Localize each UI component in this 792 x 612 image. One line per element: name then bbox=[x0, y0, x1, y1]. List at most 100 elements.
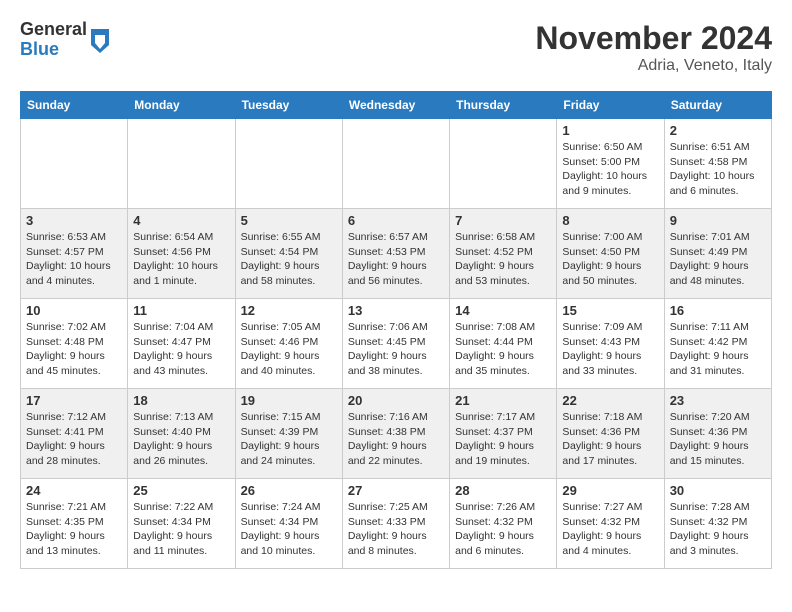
day-info: Sunrise: 7:13 AMSunset: 4:40 PMDaylight:… bbox=[133, 410, 229, 469]
calendar-cell: 24Sunrise: 7:21 AMSunset: 4:35 PMDayligh… bbox=[21, 479, 128, 569]
calendar-cell bbox=[450, 119, 557, 209]
day-number: 15 bbox=[562, 303, 658, 318]
calendar-cell: 16 Sunrise: 7:11 AMSunset: 4:42 PMDayligh… bbox=[664, 299, 771, 389]
calendar-cell: 19 Sunrise: 7:15 AMSunset: 4:39 PMDayligh… bbox=[235, 389, 342, 479]
day-info: Sunrise: 6:58 AMSunset: 4:52 PMDaylight:… bbox=[455, 230, 551, 289]
day-number: 2 bbox=[670, 123, 766, 138]
day-info: Sunrise: 7:24 AMSunset: 4:34 PMDaylight:… bbox=[241, 500, 337, 559]
day-info: Sunrise: 7:01 AMSunset: 4:49 PMDaylight:… bbox=[670, 230, 766, 289]
location: Adria, Veneto, Italy bbox=[535, 57, 772, 75]
calendar-cell bbox=[21, 119, 128, 209]
day-number: 24 bbox=[26, 483, 122, 498]
calendar-cell: 2 Sunrise: 6:51 AMSunset: 4:58 PMDaylight… bbox=[664, 119, 771, 209]
day-number: 18 bbox=[133, 393, 229, 408]
weekday-header-thursday: Thursday bbox=[450, 92, 557, 119]
page-header: General Blue November 2024 Adria, Veneto… bbox=[20, 20, 772, 75]
day-info: Sunrise: 6:57 AMSunset: 4:53 PMDaylight:… bbox=[348, 230, 444, 289]
day-info: Sunrise: 7:00 AMSunset: 4:50 PMDaylight:… bbox=[562, 230, 658, 289]
day-number: 10 bbox=[26, 303, 122, 318]
calendar-cell: 28 Sunrise: 7:26 AMSunset: 4:32 PMDayligh… bbox=[450, 479, 557, 569]
calendar-week-2: 3 Sunrise: 6:53 AMSunset: 4:57 PMDaylight… bbox=[21, 209, 772, 299]
calendar-cell bbox=[235, 119, 342, 209]
calendar-cell: 13 Sunrise: 7:06 AMSunset: 4:45 PMDayligh… bbox=[342, 299, 449, 389]
calendar-cell: 7Sunrise: 6:58 AMSunset: 4:52 PMDaylight… bbox=[450, 209, 557, 299]
logo-text: General Blue bbox=[20, 20, 87, 60]
day-number: 28 bbox=[455, 483, 551, 498]
weekday-header-saturday: Saturday bbox=[664, 92, 771, 119]
day-info: Sunrise: 7:11 AMSunset: 4:42 PMDaylight:… bbox=[670, 320, 766, 379]
day-number: 20 bbox=[348, 393, 444, 408]
day-info: Sunrise: 7:20 AMSunset: 4:36 PMDaylight:… bbox=[670, 410, 766, 469]
day-info: Sunrise: 6:53 AMSunset: 4:57 PMDaylight:… bbox=[26, 230, 122, 289]
calendar-cell: 9Sunrise: 7:01 AMSunset: 4:49 PMDaylight… bbox=[664, 209, 771, 299]
calendar-cell bbox=[342, 119, 449, 209]
day-number: 4 bbox=[133, 213, 229, 228]
day-info: Sunrise: 7:15 AMSunset: 4:39 PMDaylight:… bbox=[241, 410, 337, 469]
weekday-header-monday: Monday bbox=[128, 92, 235, 119]
weekday-header-row: SundayMondayTuesdayWednesdayThursdayFrid… bbox=[21, 92, 772, 119]
calendar-cell: 11 Sunrise: 7:04 AMSunset: 4:47 PMDayligh… bbox=[128, 299, 235, 389]
day-info: Sunrise: 7:16 AMSunset: 4:38 PMDaylight:… bbox=[348, 410, 444, 469]
day-number: 14 bbox=[455, 303, 551, 318]
day-number: 22 bbox=[562, 393, 658, 408]
weekday-header-friday: Friday bbox=[557, 92, 664, 119]
calendar-cell: 25Sunrise: 7:22 AMSunset: 4:34 PMDayligh… bbox=[128, 479, 235, 569]
day-info: Sunrise: 7:04 AMSunset: 4:47 PMDaylight:… bbox=[133, 320, 229, 379]
day-info: Sunrise: 7:27 AMSunset: 4:32 PMDaylight:… bbox=[562, 500, 658, 559]
day-number: 13 bbox=[348, 303, 444, 318]
day-number: 21 bbox=[455, 393, 551, 408]
day-number: 6 bbox=[348, 213, 444, 228]
calendar-cell: 18 Sunrise: 7:13 AMSunset: 4:40 PMDayligh… bbox=[128, 389, 235, 479]
weekday-header-wednesday: Wednesday bbox=[342, 92, 449, 119]
calendar-cell: 30Sunrise: 7:28 AMSunset: 4:32 PMDayligh… bbox=[664, 479, 771, 569]
day-info: Sunrise: 6:55 AMSunset: 4:54 PMDaylight:… bbox=[241, 230, 337, 289]
calendar-table: SundayMondayTuesdayWednesdayThursdayFrid… bbox=[20, 91, 772, 569]
weekday-header-tuesday: Tuesday bbox=[235, 92, 342, 119]
day-info: Sunrise: 7:08 AMSunset: 4:44 PMDaylight:… bbox=[455, 320, 551, 379]
day-number: 17 bbox=[26, 393, 122, 408]
day-number: 26 bbox=[241, 483, 337, 498]
calendar-cell: 26 Sunrise: 7:24 AMSunset: 4:34 PMDayligh… bbox=[235, 479, 342, 569]
calendar-week-1: 1Sunrise: 6:50 AMSunset: 5:00 PMDaylight… bbox=[21, 119, 772, 209]
calendar-cell: 5Sunrise: 6:55 AMSunset: 4:54 PMDaylight… bbox=[235, 209, 342, 299]
day-info: Sunrise: 7:25 AMSunset: 4:33 PMDaylight:… bbox=[348, 500, 444, 559]
day-number: 19 bbox=[241, 393, 337, 408]
day-number: 3 bbox=[26, 213, 122, 228]
calendar-week-3: 10 Sunrise: 7:02 AMSunset: 4:48 PMDayligh… bbox=[21, 299, 772, 389]
calendar-cell: 20 Sunrise: 7:16 AMSunset: 4:38 PMDayligh… bbox=[342, 389, 449, 479]
day-number: 12 bbox=[241, 303, 337, 318]
calendar-cell: 3 Sunrise: 6:53 AMSunset: 4:57 PMDaylight… bbox=[21, 209, 128, 299]
day-number: 27 bbox=[348, 483, 444, 498]
day-info: Sunrise: 6:51 AMSunset: 4:58 PMDaylight:… bbox=[670, 140, 766, 199]
calendar-cell: 17 Sunrise: 7:12 AMSunset: 4:41 PMDayligh… bbox=[21, 389, 128, 479]
calendar-week-5: 24Sunrise: 7:21 AMSunset: 4:35 PMDayligh… bbox=[21, 479, 772, 569]
calendar-cell: 6 Sunrise: 6:57 AMSunset: 4:53 PMDaylight… bbox=[342, 209, 449, 299]
day-info: Sunrise: 7:18 AMSunset: 4:36 PMDaylight:… bbox=[562, 410, 658, 469]
day-info: Sunrise: 7:12 AMSunset: 4:41 PMDaylight:… bbox=[26, 410, 122, 469]
day-number: 29 bbox=[562, 483, 658, 498]
calendar-cell: 22 Sunrise: 7:18 AMSunset: 4:36 PMDayligh… bbox=[557, 389, 664, 479]
day-info: Sunrise: 7:26 AMSunset: 4:32 PMDaylight:… bbox=[455, 500, 551, 559]
logo: General Blue bbox=[20, 20, 111, 60]
day-number: 30 bbox=[670, 483, 766, 498]
logo-blue: Blue bbox=[20, 40, 87, 60]
day-info: Sunrise: 7:17 AMSunset: 4:37 PMDaylight:… bbox=[455, 410, 551, 469]
day-number: 8 bbox=[562, 213, 658, 228]
calendar-cell: 1Sunrise: 6:50 AMSunset: 5:00 PMDaylight… bbox=[557, 119, 664, 209]
day-info: Sunrise: 7:22 AMSunset: 4:34 PMDaylight:… bbox=[133, 500, 229, 559]
calendar-cell: 8 Sunrise: 7:00 AMSunset: 4:50 PMDaylight… bbox=[557, 209, 664, 299]
day-number: 16 bbox=[670, 303, 766, 318]
calendar-cell: 29 Sunrise: 7:27 AMSunset: 4:32 PMDayligh… bbox=[557, 479, 664, 569]
day-info: Sunrise: 7:05 AMSunset: 4:46 PMDaylight:… bbox=[241, 320, 337, 379]
day-number: 11 bbox=[133, 303, 229, 318]
month-title: November 2024 Adria, Veneto, Italy bbox=[535, 20, 772, 75]
day-info: Sunrise: 6:54 AMSunset: 4:56 PMDaylight:… bbox=[133, 230, 229, 289]
day-info: Sunrise: 7:06 AMSunset: 4:45 PMDaylight:… bbox=[348, 320, 444, 379]
day-info: Sunrise: 7:09 AMSunset: 4:43 PMDaylight:… bbox=[562, 320, 658, 379]
day-number: 23 bbox=[670, 393, 766, 408]
calendar-week-4: 17 Sunrise: 7:12 AMSunset: 4:41 PMDayligh… bbox=[21, 389, 772, 479]
day-number: 1 bbox=[562, 123, 658, 138]
day-info: Sunrise: 7:02 AMSunset: 4:48 PMDaylight:… bbox=[26, 320, 122, 379]
calendar-cell bbox=[128, 119, 235, 209]
calendar-cell: 23 Sunrise: 7:20 AMSunset: 4:36 PMDayligh… bbox=[664, 389, 771, 479]
